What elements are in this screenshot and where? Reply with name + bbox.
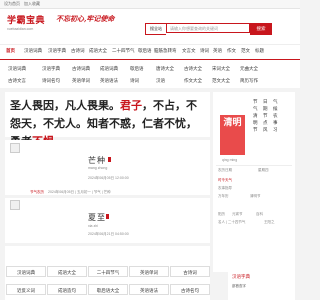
term-info-col: 节气清明节 (253, 99, 258, 132)
site-logo[interactable]: 学霸宝典 (7, 13, 45, 26)
side-news-item[interactable]: 万年历 (218, 194, 229, 199)
post-date: 2024年06月21日 04:50:00 (88, 232, 129, 236)
category-grid: 汉语词典 成语大全 二十四节气 英语单词 古诗词 近反义词 成语造句 歇后语大全… (5, 246, 210, 300)
subnav-item[interactable]: 诗词名句 (42, 78, 60, 84)
side-dictionary-item[interactable]: 部首查字 (232, 284, 246, 289)
search-button[interactable]: 搜索 (250, 23, 272, 35)
side-foot-link[interactable]: 元宵节 (232, 212, 243, 217)
post-title[interactable]: 夏至 (88, 212, 106, 223)
nav-item[interactable]: 古诗词 (71, 48, 85, 54)
top-bar: 设为首页 加入收藏 (0, 0, 300, 9)
search-scope-select[interactable]: 搜全站 (145, 23, 166, 35)
subnav-item[interactable]: 汉语字典 (42, 66, 60, 72)
solar-term-badge[interactable]: 清明 (220, 115, 245, 155)
subnav-item[interactable]: 古诗大全 (184, 66, 202, 72)
side-foot-link[interactable]: 王阳之 (264, 220, 275, 225)
subnav-item[interactable]: 诗词 (130, 78, 139, 84)
category-link[interactable]: 歇后语大全 (88, 284, 128, 295)
category-link[interactable]: 成语大全 (47, 266, 87, 277)
category-link[interactable]: 成语造句 (47, 284, 87, 295)
red-tag-icon (108, 157, 111, 162)
subnav-item[interactable]: 宋词大全 (212, 66, 230, 72)
post-meta-category[interactable]: 节气农历 (30, 190, 44, 195)
subnav-item[interactable]: 古诗文言 (8, 78, 26, 84)
set-homepage-link[interactable]: 设为首页 (4, 1, 20, 7)
subnav-item[interactable]: 歇后语 (130, 66, 144, 72)
side-news-title[interactable]: 时令天气 (218, 178, 232, 183)
subnav-item[interactable]: 汉语 (156, 78, 165, 84)
subnav-item[interactable]: 唐诗大全 (156, 66, 174, 72)
term-info-col: 气候农事习 (273, 99, 278, 132)
add-favorite-link[interactable]: 加入收藏 (24, 1, 40, 7)
solar-term-pinyin: qing ming (222, 158, 238, 162)
subnav-item[interactable]: 作文大全 (184, 78, 202, 84)
nav-item[interactable]: 汉语字典 (48, 48, 66, 54)
side-news-item[interactable]: 农事指导 (218, 186, 232, 191)
nav-item[interactable]: 二十四节气 (112, 48, 135, 54)
quote-text: 圣人畏因，凡人畏果。 (10, 100, 120, 112)
broken-image-icon (10, 200, 20, 210)
divider (216, 165, 292, 166)
side-foot-link[interactable]: 名人 | 二十四节气 (218, 220, 245, 225)
side-dictionary-title[interactable]: 汉语字典 (232, 274, 250, 280)
nav-item[interactable]: 标题 (255, 48, 264, 54)
nav-item-home[interactable]: 首页 (6, 48, 15, 54)
side-news-item[interactable]: 清明节 (250, 194, 261, 199)
category-link[interactable]: 古诗词 (170, 266, 210, 277)
nav-item[interactable]: 文言文 (182, 48, 196, 54)
term-info-col: 日期节点风 (263, 99, 268, 132)
lunar-date-label: 农历日期 (218, 168, 232, 172)
subnav-item[interactable]: 汉语词典 (8, 66, 26, 72)
subnav-item[interactable]: 简历写作 (240, 78, 258, 84)
sub-nav: 汉语词典 汉语字典 古诗词典 成语词典 歇后语 唐诗大全 古诗大全 宋词大全 元… (0, 60, 300, 88)
category-link[interactable]: 汉语词典 (6, 266, 46, 277)
subnav-item[interactable]: 古诗词典 (72, 66, 90, 72)
category-link[interactable]: 英语单词 (129, 266, 169, 277)
post-date: 2024年06月05日 12:00:00 (88, 176, 129, 180)
side-foot-link[interactable]: 阳历 (218, 212, 225, 217)
subnav-item[interactable]: 英语单词 (72, 78, 90, 84)
nav-item[interactable]: 汉语词典 (24, 48, 42, 54)
nav-item[interactable]: 作文 (227, 48, 236, 54)
subnav-item[interactable]: 元曲大全 (240, 66, 258, 72)
post-pinyin: mang zhong (88, 166, 108, 170)
post-card[interactable] (5, 140, 210, 195)
nav-item[interactable]: 成语大全 (89, 48, 107, 54)
site-logo-domain: xuebazidian.com (7, 27, 34, 31)
nav-item[interactable]: 诗词 (200, 48, 209, 54)
subnav-item[interactable]: 英语语法 (100, 78, 118, 84)
category-link[interactable]: 英语语法 (129, 284, 169, 295)
red-tag-icon (106, 214, 109, 219)
subnav-item[interactable]: 范文大全 (212, 78, 230, 84)
post-title[interactable]: 芒种 (88, 155, 106, 166)
header-slogan: 不忘初心,牢记使命 (56, 14, 115, 23)
category-link[interactable]: 古诗名句 (170, 284, 210, 295)
broken-image-icon (10, 143, 20, 153)
post-pinyin: xia zhi (88, 224, 98, 228)
post-meta: 2024年06月05日 | 五月初一 | 节气 | 芒种 (48, 190, 111, 194)
nav-item[interactable]: 脑筋急转弯 (154, 48, 177, 54)
nav-item[interactable]: 歇后语 (138, 48, 152, 54)
quote-highlight: 君子 (120, 100, 142, 112)
weekday-label: 星期四 (258, 168, 269, 172)
nav-item[interactable]: 范文 (241, 48, 250, 54)
subnav-item[interactable]: 成语词典 (100, 66, 118, 72)
category-link[interactable]: 近反义词 (6, 284, 46, 295)
main-nav: 首页 汉语词典 汉语字典 古诗词 成语大全 二十四节气 歇后语 脑筋急转弯 文言… (0, 44, 300, 61)
search-input[interactable]: 请输入你想要查询的关键词 (166, 23, 250, 33)
side-foot-link[interactable]: 百科 (256, 212, 263, 217)
category-link[interactable]: 二十四节气 (88, 266, 128, 277)
nav-item[interactable]: 英语 (213, 48, 222, 54)
